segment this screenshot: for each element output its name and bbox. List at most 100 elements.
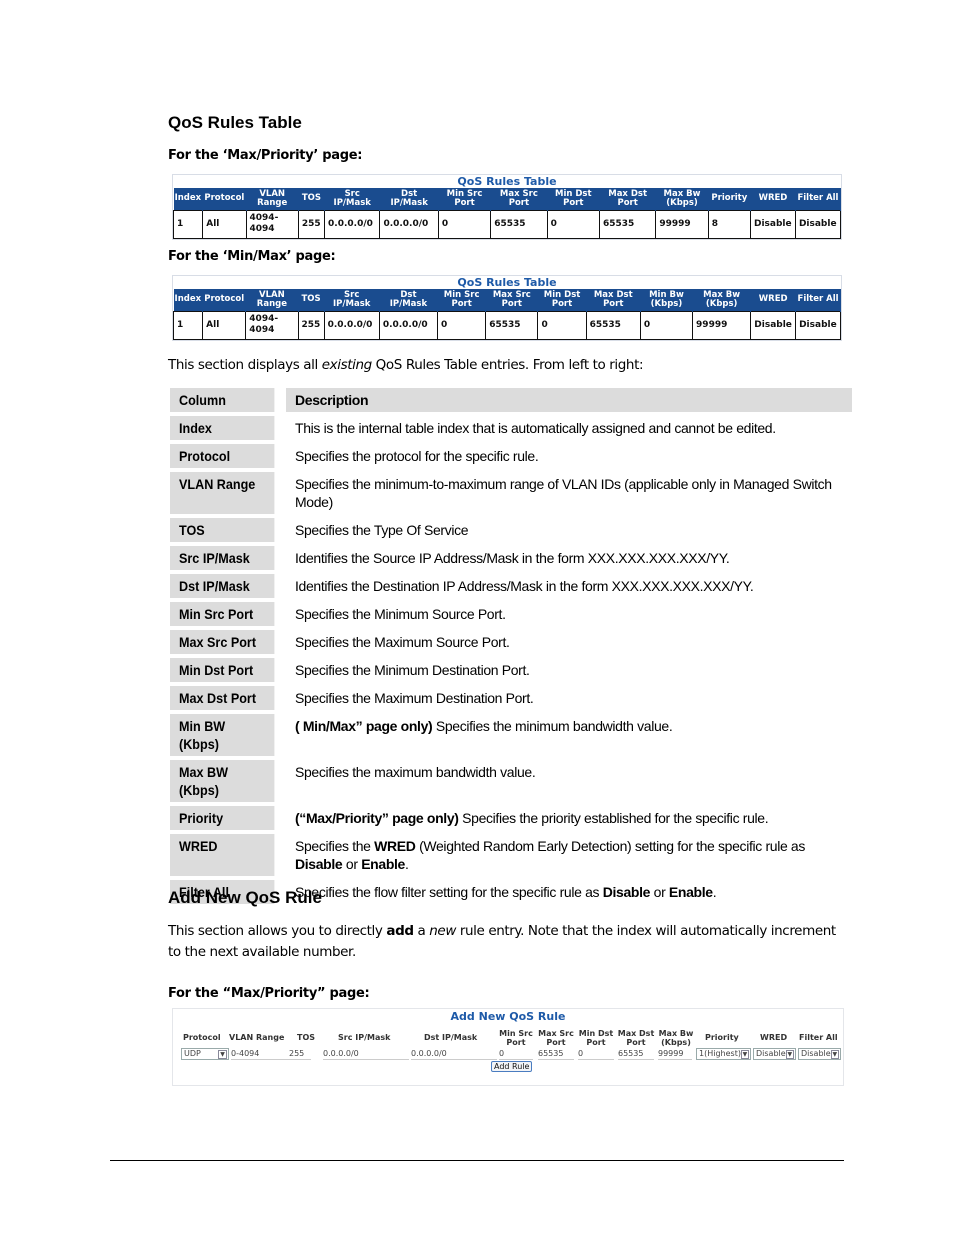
max-dst-port-input[interactable]: 65535 xyxy=(618,1048,654,1060)
column-description: Specifies the Maximum Source Port. xyxy=(282,630,852,654)
add-rule-button[interactable]: Add Rule xyxy=(491,1061,533,1072)
column-description: Specifies the Minimum Source Port. xyxy=(282,602,852,626)
footer-divider xyxy=(110,1160,844,1161)
column-header: VLAN Range xyxy=(246,188,299,210)
column-header: Max Dst Port xyxy=(599,188,657,210)
description-text: Specifies the Maximum Source Port. xyxy=(295,634,510,650)
column-header: Filter All xyxy=(795,289,841,311)
column-description: ( Min/Max” page only) Specifies the mini… xyxy=(282,714,852,756)
table-cell: 99999 xyxy=(655,209,709,239)
table-cell: 255 xyxy=(297,209,326,239)
column-description: Specifies the flow filter setting for th… xyxy=(282,880,852,904)
intro-text: This section allows you to directly xyxy=(168,923,387,939)
header-filter-all: Filter All xyxy=(799,1033,838,1042)
column-description: Specifies the WRED (Weighted Random Earl… xyxy=(282,834,852,876)
table-cell: 0.0.0.0/0 xyxy=(378,310,439,340)
column-name: Min Dst Port xyxy=(170,658,275,682)
header-tos: TOS xyxy=(297,1033,316,1042)
table-row: 1 All 4094-4094 255 0.0.0.0/0 0.0.0.0/0 0 65535… xyxy=(172,310,841,340)
qos-rules-table-title: QoS Rules Table xyxy=(457,175,557,188)
table-cell: 0.0.0.0/0 xyxy=(323,310,380,340)
add-rule-intro: This section allows you to directly add … xyxy=(168,921,848,963)
table-cell: 0.0.0.0/0 xyxy=(324,209,381,239)
intro-text: QoS Rules Table entries. From left to ri… xyxy=(371,357,644,373)
column-header: TOS xyxy=(298,188,326,210)
wred-select[interactable]: Disable ▼ xyxy=(753,1048,796,1060)
table-cell: 65535 xyxy=(485,310,539,340)
table-cell: All xyxy=(202,310,247,340)
column-name: WRED xyxy=(170,834,275,876)
table-cell: 4094-4094 xyxy=(245,310,299,340)
header-src-ip-mask: Src IP/Mask xyxy=(338,1033,391,1042)
column-header: TOS xyxy=(298,289,325,311)
section-heading-qos-rules-table: QoS Rules Table xyxy=(168,113,302,132)
header-dst-ip-mask: Dst IP/Mask xyxy=(424,1033,478,1042)
protocol-select[interactable]: UDP ▼ xyxy=(181,1048,229,1060)
table-cell: 8 xyxy=(707,209,752,239)
description-bold: Enable xyxy=(668,884,713,900)
column-header: Max Src Port xyxy=(490,188,548,210)
description-text: Specifies the minimum-to-maximum range o… xyxy=(295,476,832,510)
qos-table-intro: This section displays all existing QoS R… xyxy=(168,355,848,376)
max-src-port-input[interactable]: 65535 xyxy=(538,1048,574,1060)
header-max-bw: Max Bw (Kbps) xyxy=(658,1029,694,1047)
description-bold: Disable xyxy=(295,856,343,872)
description-bold: Enable xyxy=(361,856,405,872)
column-header: Dst IP/Mask xyxy=(379,289,439,311)
description-header: Description xyxy=(286,388,852,412)
column-name: Min BW (Kbps) xyxy=(170,714,275,756)
add-rule-max-priority-label: For the “Max/Priority” page: xyxy=(168,986,370,1001)
add-form-title: Add New QoS Rule xyxy=(450,1010,566,1023)
filter-all-value: Disable xyxy=(801,1049,831,1058)
table-cell: All xyxy=(202,209,247,239)
header-max-dst-port: Max Dst Port xyxy=(617,1029,655,1047)
header-priority: Priority xyxy=(705,1033,739,1042)
description-bold: ( Min/Max” page only) xyxy=(295,718,433,734)
table-cell: Disable xyxy=(794,209,842,239)
table-cell: 0 xyxy=(537,310,587,340)
column-description: Specifies the Minimum Destination Port. xyxy=(282,658,852,682)
qos-rules-table-title: QoS Rules Table xyxy=(457,276,557,289)
description-row: Protocol Specifies the protocol for the s… xyxy=(170,444,852,468)
table-cell: 65535 xyxy=(598,209,657,239)
column-header: Min Dst Port xyxy=(537,289,587,311)
description-row: Min Src Port Specifies the Minimum Source… xyxy=(170,602,852,626)
column-header: Protocol xyxy=(202,188,247,210)
description-text: (Weighted Random Early Detection) settin… xyxy=(415,838,806,854)
column-name: Priority xyxy=(170,806,275,830)
intro-text: a xyxy=(413,923,430,939)
column-header: Max Src Port xyxy=(485,289,539,311)
column-header: WRED xyxy=(750,188,796,210)
table-cell: 255 xyxy=(297,310,325,340)
description-text: Specifies the flow filter setting for th… xyxy=(295,884,603,900)
min-dst-port-input[interactable]: 0 xyxy=(578,1048,614,1060)
description-text: . xyxy=(712,884,717,900)
qos-rules-table-max-priority: QoS Rules Table Index Protocol VLAN Range T… xyxy=(172,174,842,240)
column-header: Priority xyxy=(708,188,752,210)
header-min-src-port: Min Src Port xyxy=(499,1029,533,1047)
table-row: 1 All 4094-4094 255 0.0.0.0/0 0.0.0.0/0 0 65535… xyxy=(172,209,842,239)
table-cell: 0 xyxy=(639,310,694,340)
column-header: Dst IP/Mask xyxy=(379,188,439,210)
description-row: Min Dst Port Specifies the Minimum Destin… xyxy=(170,658,852,682)
description-row: Max BW (Kbps) Specifies the maximum bandw… xyxy=(170,760,852,802)
column-header: VLAN Range xyxy=(245,289,299,311)
vlan-range-input[interactable]: 0-4094 xyxy=(231,1048,295,1060)
max-bw-input[interactable]: 99999 xyxy=(658,1048,692,1060)
column-header: Min Src Port xyxy=(437,289,487,311)
description-text: Specifies the maximum bandwidth value. xyxy=(295,764,536,780)
description-text: Specifies the Maximum Destination Port. xyxy=(295,690,534,706)
priority-select[interactable]: 1(Highest) ▼ xyxy=(696,1048,751,1060)
src-ip-mask-input[interactable]: 0.0.0.0/0 xyxy=(323,1048,409,1060)
description-bold: WRED xyxy=(374,838,416,854)
column-name: Max BW (Kbps) xyxy=(170,760,275,802)
tos-input[interactable]: 255 xyxy=(289,1048,311,1060)
min-max-page-label: For the ‘Min/Max’ page: xyxy=(168,249,336,264)
table-cell: 0 xyxy=(546,209,600,239)
min-src-port-input[interactable]: 0 xyxy=(499,1048,533,1060)
intro-bold: add xyxy=(386,923,414,939)
dst-ip-mask-input[interactable]: 0.0.0.0/0 xyxy=(411,1048,497,1060)
description-bold: (“Max/Priority” page only) xyxy=(295,810,459,826)
filter-all-select[interactable]: Disable ▼ xyxy=(798,1048,841,1060)
description-text: or xyxy=(342,856,362,872)
